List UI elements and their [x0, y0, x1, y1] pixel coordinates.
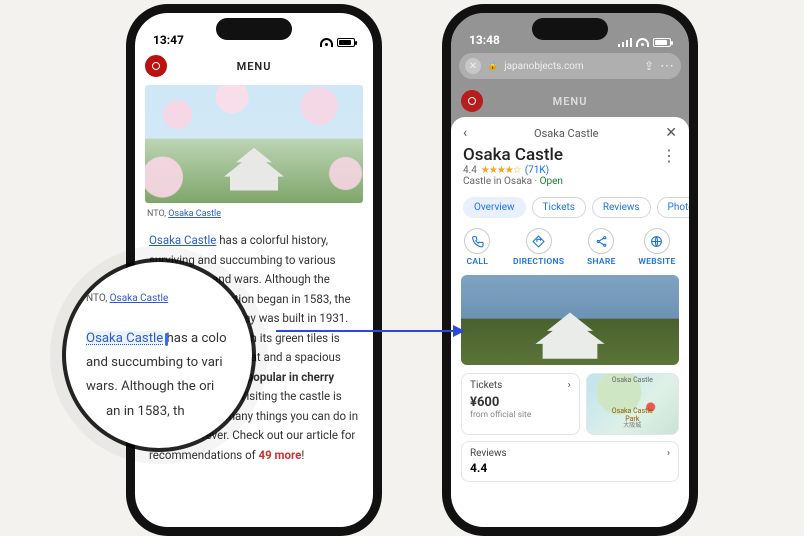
globe-icon	[644, 228, 670, 254]
site-logo-icon[interactable]	[145, 55, 167, 77]
sheet-title-small: Osaka Castle	[534, 127, 598, 140]
action-row: CALL DIRECTIONS SHARE WEBSITE	[451, 224, 689, 275]
place-more-icon[interactable]: ⋮	[661, 146, 677, 165]
mag-line-2: and succumbing to vari	[86, 351, 238, 375]
reviews-card[interactable]: Reviews › 4.4	[461, 441, 679, 482]
map-card[interactable]: Osaka Castle Osaka Castle Park 大阪城	[586, 373, 679, 435]
battery-icon	[337, 38, 355, 47]
chip-tickets[interactable]: Tickets	[532, 197, 586, 218]
chip-reviews[interactable]: Reviews	[592, 197, 651, 218]
stars-icon: ★★★★☆	[481, 165, 521, 176]
close-icon[interactable]: ✕	[465, 58, 481, 74]
map-label-bottom: Osaka Castle Park 大阪城	[609, 408, 655, 430]
mag-line-1: Osaka Castle has a colo	[86, 327, 238, 351]
review-count[interactable]: (71K)	[525, 165, 549, 176]
ticket-price: ¥600	[470, 395, 571, 410]
website-button[interactable]: WEBSITE	[638, 228, 675, 267]
share-button[interactable]: SHARE	[587, 228, 616, 267]
mag-caption: NTO, Osaka Castle	[86, 290, 238, 309]
call-button[interactable]: CALL	[464, 228, 490, 267]
rating-row[interactable]: 4.4 ★★★★☆ (71K)	[463, 165, 677, 176]
share-icon	[588, 228, 614, 254]
notch	[532, 18, 608, 40]
place-photo[interactable]	[461, 275, 679, 365]
chevron-right-icon: ›	[568, 380, 571, 391]
image-caption: NTO, Osaka Castle	[135, 209, 373, 219]
battery-icon	[653, 38, 671, 47]
hero-image	[145, 85, 363, 203]
place-subtitle: Castle in Osaka · Open	[463, 176, 677, 187]
wifi-icon	[636, 38, 649, 47]
place-header: Osaka Castle ⋮ 4.4 ★★★★☆ (71K) Castle in…	[451, 143, 689, 191]
status-time: 13:47	[153, 33, 184, 47]
notch	[216, 18, 292, 40]
more-icon[interactable]: ⋯	[660, 58, 675, 74]
caption-link[interactable]: Osaka Castle	[168, 209, 221, 219]
ticket-source: from official site	[470, 410, 571, 420]
chevron-right-icon: ›	[667, 448, 670, 459]
place-title-row: Osaka Castle ⋮	[463, 145, 677, 165]
phone-icon	[464, 228, 490, 254]
article-49-more-link[interactable]: 49 more	[259, 448, 302, 462]
mag-line-3: wars. Although the ori	[86, 375, 238, 399]
magnifier-lens: NTO, Osaka Castle Osaka Castle has a col…	[66, 262, 252, 448]
chip-overview[interactable]: Overview	[463, 197, 526, 218]
reviews-score: 4.4	[470, 461, 670, 475]
directions-icon	[526, 228, 552, 254]
open-status: Open	[540, 176, 563, 187]
tab-chips: Overview Tickets Reviews Photos Tours	[451, 191, 689, 224]
tickets-card[interactable]: Tickets › ¥600 from official site	[461, 373, 580, 435]
selected-link-osaka-castle[interactable]: Osaka Castle	[86, 331, 163, 346]
safari-url-bar[interactable]: ✕ 🔒 japanobjects.com ⇪ ⋯	[459, 53, 681, 79]
status-time: 13:48	[469, 33, 500, 47]
place-title: Osaka Castle	[463, 145, 563, 165]
annotation-arrow	[276, 330, 464, 332]
dim-site-header: MENU	[451, 85, 689, 117]
article-osaka-link[interactable]: Osaka Castle	[149, 233, 216, 247]
menu-label: MENU	[483, 95, 657, 108]
castle-illustration	[534, 305, 606, 359]
rating-value: 4.4	[463, 165, 477, 176]
chip-photos[interactable]: Photos	[657, 197, 689, 218]
mag-line-4: an in 1583, th	[86, 400, 238, 424]
reviews-label: Reviews	[470, 448, 507, 459]
share-icon[interactable]: ⇪	[644, 59, 654, 73]
phone-right: 13:48 ✕ 🔒 japanobjects.com ⇪ ⋯ MENU ‹ Os…	[442, 4, 698, 536]
menu-label[interactable]: MENU	[167, 60, 341, 73]
wifi-icon	[320, 38, 333, 47]
google-place-sheet: ‹ Osaka Castle ✕ Osaka Castle ⋮ 4.4 ★★★★…	[451, 117, 689, 527]
map-label-top: Osaka Castle	[612, 376, 653, 384]
caption-prefix: NTO,	[147, 209, 168, 219]
article-text-3: !	[301, 448, 304, 462]
tickets-label: Tickets	[470, 380, 502, 391]
site-logo-icon	[461, 90, 483, 112]
back-icon[interactable]: ‹	[463, 125, 467, 141]
sheet-header: ‹ Osaka Castle ✕	[451, 123, 689, 143]
cellular-icon	[618, 38, 632, 47]
site-header: MENU	[135, 49, 373, 83]
url-text: japanobjects.com	[504, 61, 583, 72]
lock-icon: 🔒	[487, 61, 498, 71]
directions-button[interactable]: DIRECTIONS	[513, 228, 564, 267]
mag-caption-link[interactable]: Osaka Castle	[110, 293, 169, 304]
close-sheet-icon[interactable]: ✕	[665, 125, 677, 141]
